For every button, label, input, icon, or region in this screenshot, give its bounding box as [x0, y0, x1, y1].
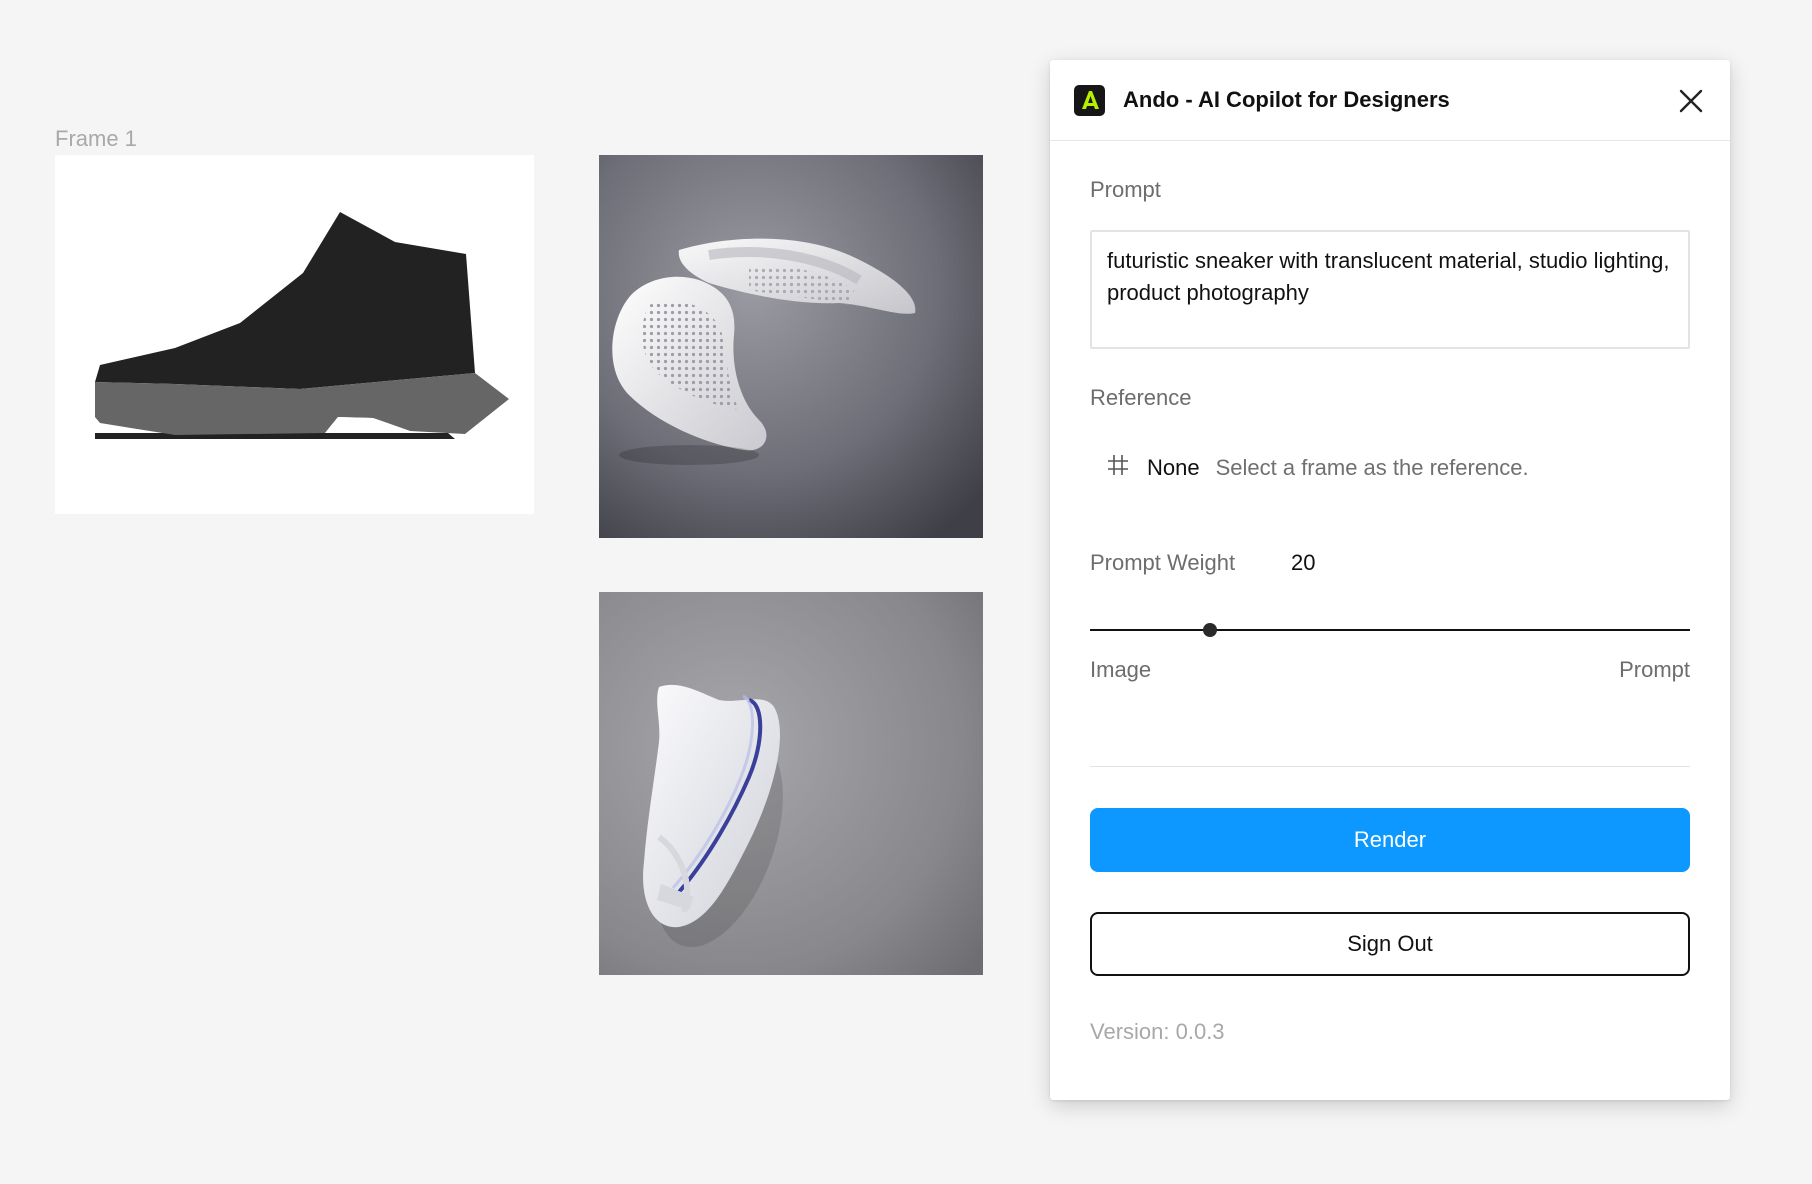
divider — [1090, 766, 1690, 767]
prompt-weight-value: 20 — [1291, 550, 1316, 575]
render-button[interactable]: Render — [1090, 808, 1690, 872]
panel-title: Ando - AI Copilot for Designers — [1123, 87, 1450, 112]
close-icon[interactable] — [1678, 88, 1704, 114]
sign-out-button[interactable]: Sign Out — [1090, 912, 1690, 976]
prompt-input[interactable]: futuristic sneaker with translucent mate… — [1090, 230, 1690, 349]
frame-hash-icon — [1106, 453, 1130, 483]
translucent-sneaker-image — [599, 155, 983, 538]
white-sneaker-sole-image — [599, 592, 983, 975]
shoe-sketch-image — [95, 212, 509, 439]
render-result-2[interactable] — [599, 592, 983, 975]
reference-label: Reference — [1090, 385, 1192, 410]
panel-header: Ando - AI Copilot for Designers — [1050, 60, 1730, 141]
slider-track[interactable] — [1090, 629, 1690, 631]
plugin-panel: Ando - AI Copilot for Designers Prompt f… — [1050, 60, 1730, 1100]
reference-selector[interactable]: None Select a frame as the reference. — [1106, 453, 1529, 483]
prompt-label: Prompt — [1090, 177, 1161, 202]
ando-logo-icon — [1074, 84, 1105, 116]
slider-thumb[interactable] — [1203, 623, 1217, 637]
prompt-weight-label: Prompt Weight — [1090, 550, 1236, 575]
slider-max-label: Prompt — [1619, 657, 1690, 682]
version-label: Version: 0.0.3 — [1090, 1019, 1225, 1044]
frame-1-sketch[interactable] — [55, 155, 534, 514]
reference-value: None — [1147, 455, 1200, 480]
prompt-weight-slider[interactable] — [1090, 620, 1690, 640]
render-result-1[interactable] — [599, 155, 983, 538]
slider-min-label: Image — [1090, 657, 1152, 682]
frame-label[interactable]: Frame 1 — [55, 126, 137, 152]
reference-hint: Select a frame as the reference. — [1215, 455, 1529, 480]
